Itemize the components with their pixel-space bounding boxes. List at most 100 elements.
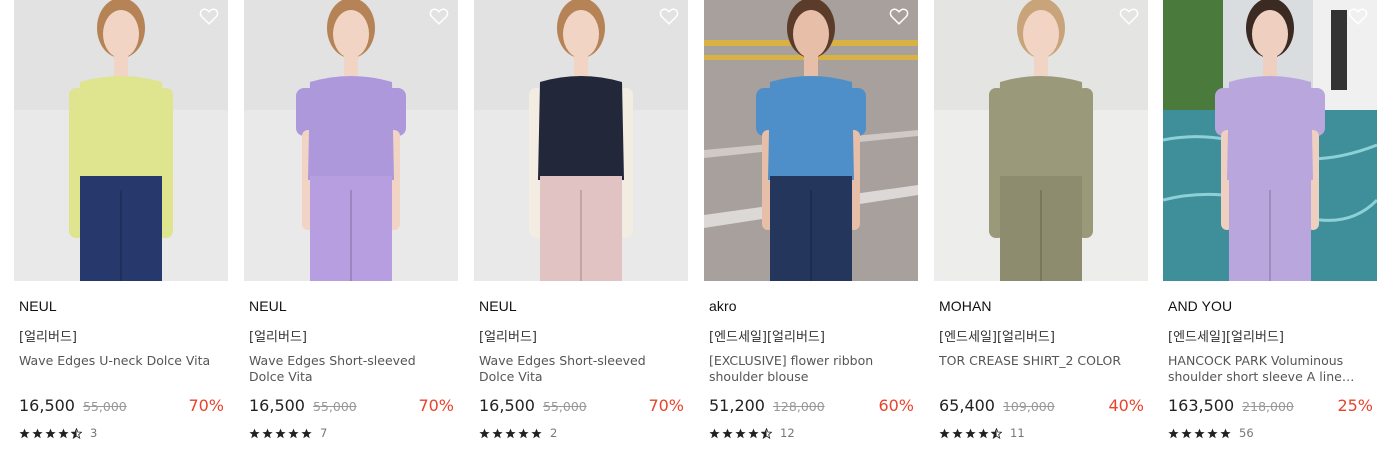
star-icon (709, 428, 720, 438)
sale-price: 16,500 (479, 396, 535, 415)
product-image (474, 0, 688, 281)
product-card[interactable]: akro [엔드세일][얼리버드] [EXCLUSIVE] flower rib… (704, 0, 918, 474)
star-icon (262, 428, 273, 438)
price-row: 51,200 128,000 60% (709, 396, 914, 418)
product-image (244, 0, 458, 281)
product-thumbnail[interactable] (704, 0, 918, 281)
rating: 12 (709, 425, 795, 441)
star-icon (45, 428, 56, 438)
discount-rate: 70% (648, 396, 684, 415)
star-icon (735, 428, 746, 438)
star-icon (952, 428, 963, 438)
rating: 56 (1168, 425, 1254, 441)
promo-tag: [엔드세일][얼리버드] (1168, 330, 1284, 345)
star-icon (531, 428, 542, 438)
product-card[interactable]: NEUL [얼리버드] Wave Edges U-neck Dolce Vita… (14, 0, 228, 474)
star-icon (492, 428, 503, 438)
review-count: 2 (550, 426, 558, 440)
brand-name[interactable]: NEUL (19, 298, 57, 314)
price-row: 16,500 55,000 70% (479, 396, 684, 418)
product-image (1163, 0, 1377, 281)
product-thumbnail[interactable] (474, 0, 688, 281)
star-icon (479, 428, 490, 438)
star-icon (978, 428, 989, 438)
price-row: 16,500 55,000 70% (19, 396, 224, 418)
brand-name[interactable]: NEUL (479, 298, 517, 314)
star-icon (1168, 428, 1179, 438)
product-thumbnail[interactable] (1163, 0, 1377, 281)
star-icon (58, 428, 69, 438)
star-icon (748, 428, 759, 438)
star-icon (19, 428, 30, 438)
discount-rate: 40% (1108, 396, 1144, 415)
original-price: 55,000 (312, 399, 357, 414)
product-title[interactable]: TOR CREASE SHIRT_2 COLOR (939, 353, 1144, 369)
promo-tag: [엔드세일][얼리버드] (939, 330, 1055, 345)
product-title[interactable]: Wave Edges Short-sleeved Dolce Vita (479, 353, 684, 385)
product-image (934, 0, 1148, 281)
discount-rate: 25% (1337, 396, 1373, 415)
original-price: 55,000 (542, 399, 587, 414)
star-icon (1207, 428, 1218, 438)
review-count: 3 (90, 426, 98, 440)
review-count: 56 (1239, 426, 1254, 440)
brand-name[interactable]: MOHAN (939, 298, 992, 314)
review-count: 12 (780, 426, 795, 440)
star-icon (505, 428, 516, 438)
heart-icon[interactable] (428, 5, 450, 27)
product-title[interactable]: [EXCLUSIVE] flower ribbon shoulder blous… (709, 353, 914, 385)
rating: 11 (939, 425, 1025, 441)
promo-tag: [얼리버드] (249, 330, 307, 345)
original-price: 218,000 (1242, 399, 1294, 414)
star-icon (288, 428, 299, 438)
original-price: 109,000 (1002, 399, 1055, 414)
star-icon (249, 428, 260, 438)
sale-price: 16,500 (19, 396, 75, 415)
discount-rate: 70% (418, 396, 454, 415)
product-grid: NEUL [얼리버드] Wave Edges U-neck Dolce Vita… (0, 0, 1382, 474)
star-icon (275, 428, 286, 438)
star-icon (301, 428, 312, 438)
product-title[interactable]: HANCOCK PARK Voluminous shoulder short s… (1168, 353, 1373, 385)
sale-price: 163,500 (1168, 396, 1235, 415)
product-title[interactable]: Wave Edges Short-sleeved Dolce Vita (249, 353, 454, 385)
star-half-icon (71, 427, 82, 439)
star-icon (1220, 428, 1231, 438)
price-row: 163,500 218,000 25% (1168, 396, 1373, 418)
brand-name[interactable]: akro (709, 298, 737, 314)
star-icon (939, 428, 950, 438)
rating: 2 (479, 425, 557, 441)
product-card[interactable]: NEUL [얼리버드] Wave Edges Short-sleeved Dol… (244, 0, 458, 474)
star-icon (518, 428, 529, 438)
product-card[interactable]: MOHAN [엔드세일][얼리버드] TOR CREASE SHIRT_2 CO… (934, 0, 1148, 474)
discount-rate: 60% (878, 396, 914, 415)
product-thumbnail[interactable] (244, 0, 458, 281)
promo-tag: [엔드세일][얼리버드] (709, 330, 825, 345)
heart-icon[interactable] (198, 5, 220, 27)
price-row: 16,500 55,000 70% (249, 396, 454, 418)
original-price: 55,000 (82, 399, 127, 414)
price-row: 65,400 109,000 40% (939, 396, 1144, 418)
heart-icon[interactable] (1347, 5, 1369, 27)
star-half-icon (991, 427, 1002, 439)
promo-tag: [얼리버드] (19, 330, 77, 345)
original-price: 128,000 (772, 399, 825, 414)
product-card[interactable]: AND YOU [엔드세일][얼리버드] HANCOCK PARK Volumi… (1163, 0, 1377, 474)
product-card[interactable]: NEUL [얼리버드] Wave Edges Short-sleeved Dol… (474, 0, 688, 474)
product-title[interactable]: Wave Edges U-neck Dolce Vita (19, 353, 224, 369)
heart-icon[interactable] (888, 5, 910, 27)
heart-icon[interactable] (658, 5, 680, 27)
product-image (704, 0, 918, 281)
product-image (14, 0, 228, 281)
discount-rate: 70% (188, 396, 224, 415)
star-icon (1181, 428, 1192, 438)
star-icon (722, 428, 733, 438)
heart-icon[interactable] (1118, 5, 1140, 27)
brand-name[interactable]: AND YOU (1168, 298, 1232, 314)
product-thumbnail[interactable] (934, 0, 1148, 281)
product-thumbnail[interactable] (14, 0, 228, 281)
brand-name[interactable]: NEUL (249, 298, 287, 314)
rating: 3 (19, 425, 97, 441)
sale-price: 65,400 (939, 396, 995, 415)
rating: 7 (249, 425, 327, 441)
